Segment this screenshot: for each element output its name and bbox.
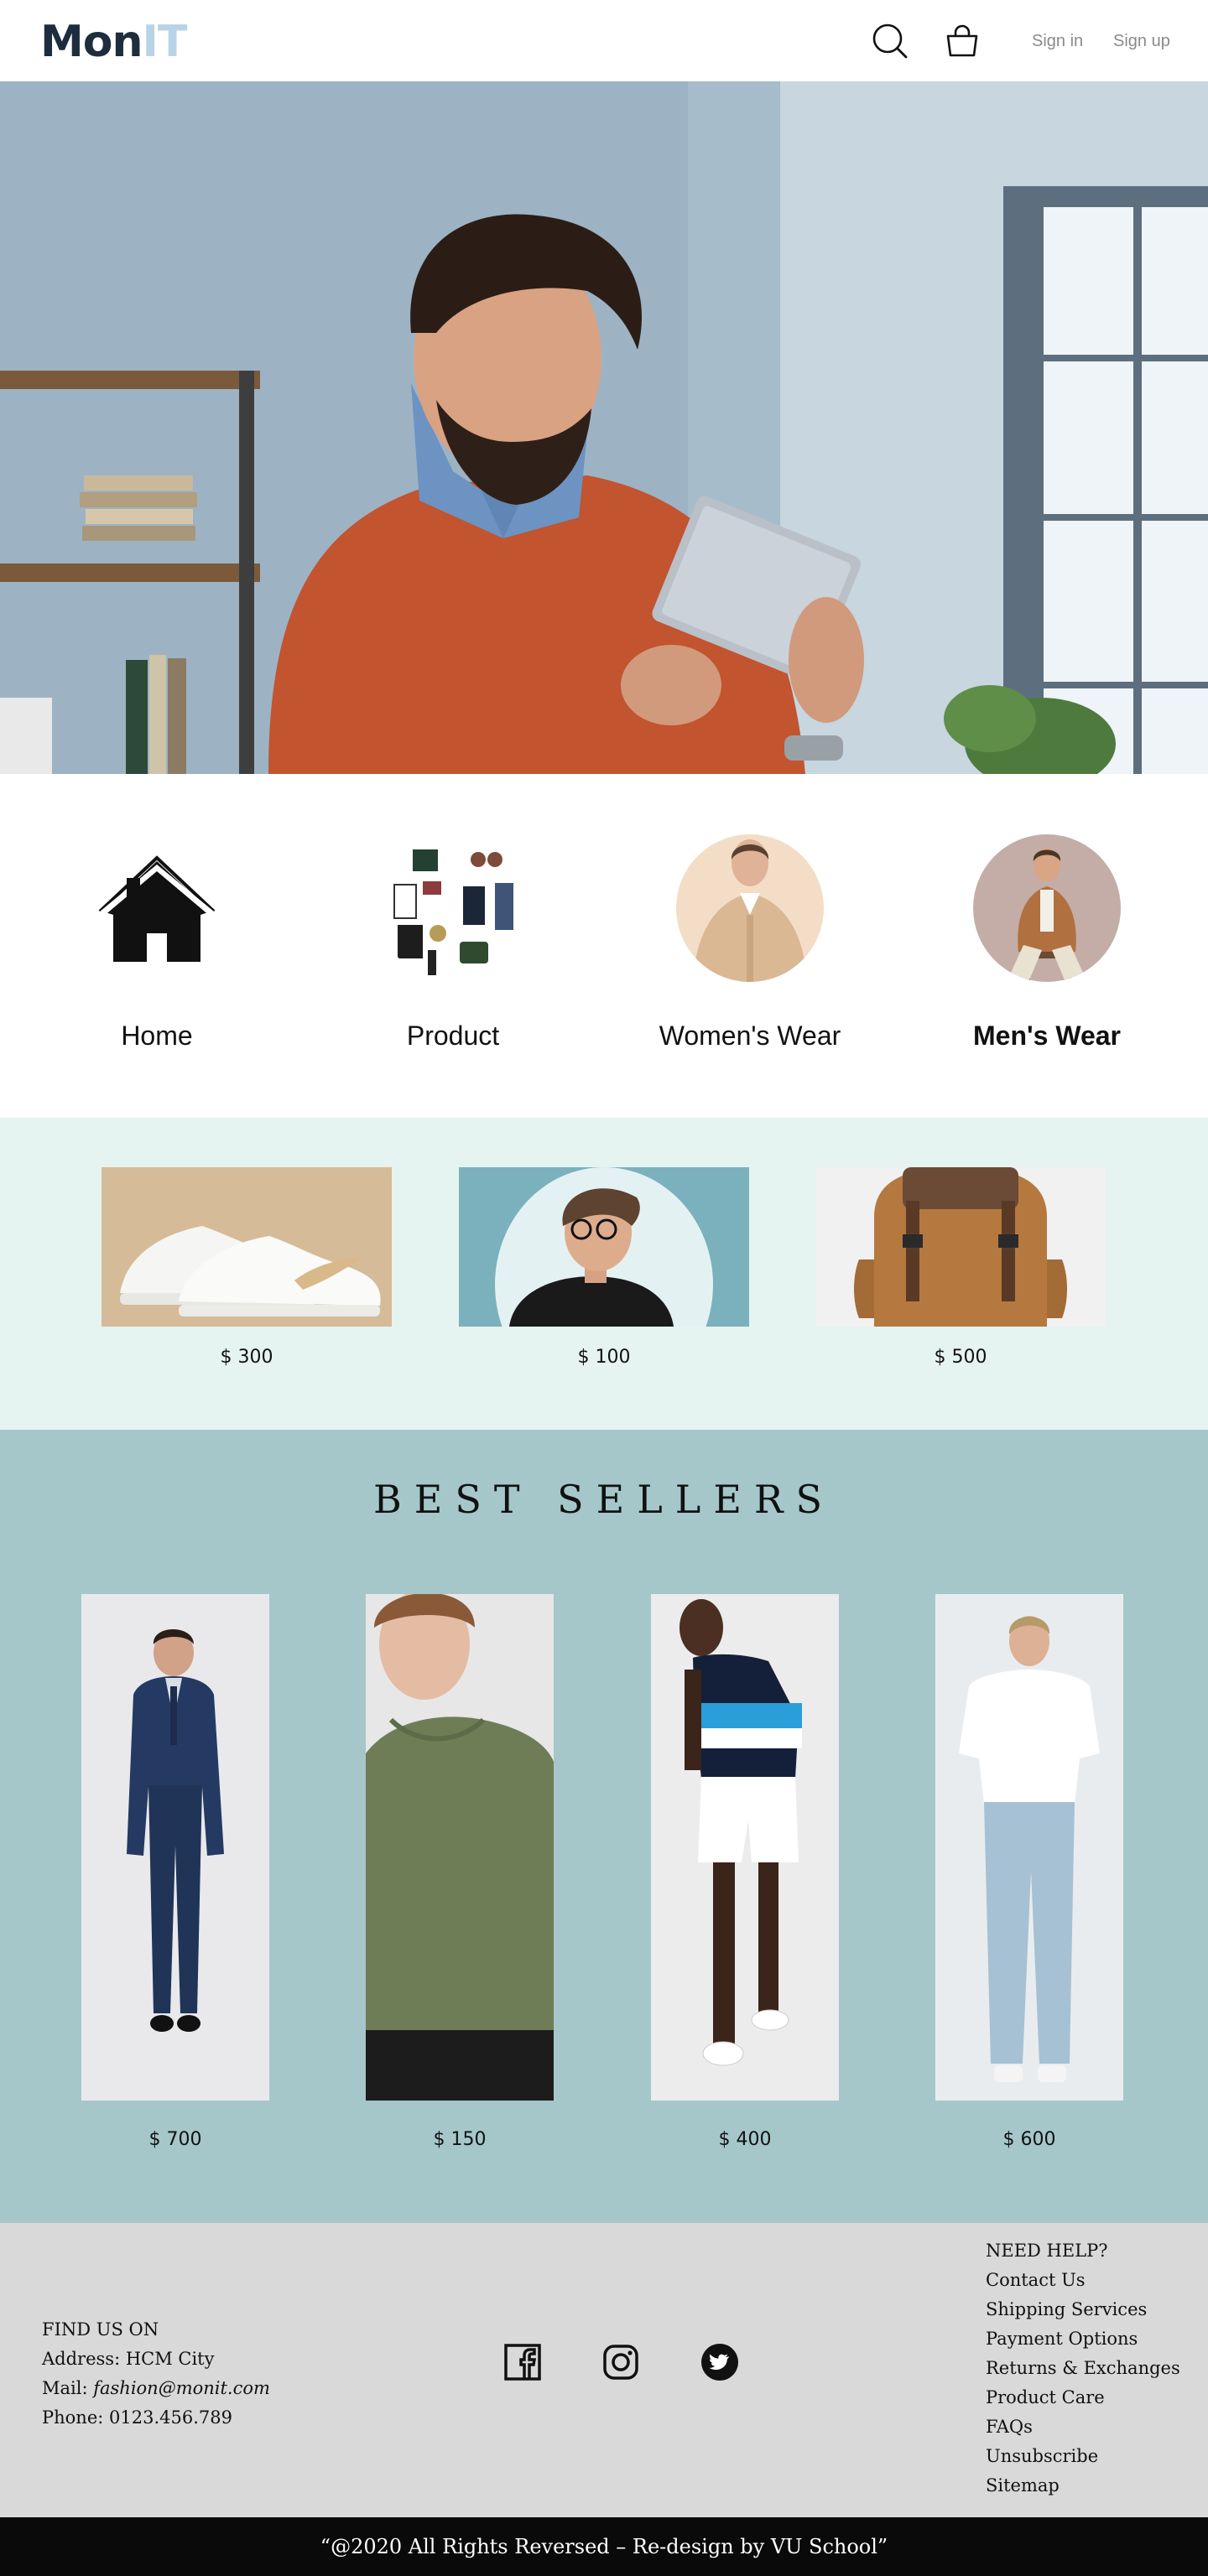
featured-price: $ 300 [220,1347,273,1368]
footer-link-unsubscribe[interactable]: Unsubscribe [986,2442,1180,2471]
featured-item[interactable]: $ 100 [459,1167,749,1368]
mens-wear-image [973,834,1121,982]
white-sneakers-image [102,1167,392,1327]
footer-link-shipping[interactable]: Shipping Services [986,2295,1180,2324]
featured-price: $ 500 [934,1347,987,1368]
contact-phone: Phone: 0123.456.789 [42,2407,232,2428]
man-with-glasses-image [459,1167,749,1327]
site-footer: FIND US ON Address: HCM City Mail: fashi… [0,2223,1208,2517]
contact-info: FIND US ON Address: HCM City Mail: fashi… [42,2315,270,2433]
shopping-bag-icon[interactable] [943,22,982,60]
contact-mail: Mail: fashion@monit.com [42,2374,270,2403]
product-price: $ 150 [433,2129,487,2150]
logo-text-dark: Mon [40,17,143,67]
category-womens-wear[interactable]: Women's Wear [624,834,876,1069]
help-links: NEED HELP? Contact Us Shipping Services … [986,2236,1180,2501]
product-price: $ 400 [718,2129,772,2150]
contact-heading: FIND US ON [42,2319,159,2340]
twitter-icon[interactable] [700,2342,740,2382]
site-header: MonIT Sign in Sign up [0,0,1208,81]
polo-and-shorts-image [651,1594,839,2101]
footer-link-contact-us[interactable]: Contact Us [986,2266,1180,2295]
best-sellers-section: BEST SELLERS $ 700 $ 150 $ 400 $ 600 [0,1430,1208,2223]
category-mens-wear[interactable]: Men's Wear [921,834,1173,1069]
category-label: Women's Wear [659,1021,841,1051]
footer-link-payment[interactable]: Payment Options [986,2324,1180,2354]
olive-tshirt-image [366,1594,554,2101]
category-label: Men's Wear [973,1021,1121,1051]
help-heading: NEED HELP? [986,2241,1108,2261]
category-product[interactable]: Product [327,834,579,1069]
featured-price: $ 100 [577,1347,631,1368]
product-card[interactable]: $ 600 [935,1594,1123,2150]
facebook-icon[interactable] [502,2342,543,2382]
footer-link-sitemap[interactable]: Sitemap [986,2471,1180,2501]
sign-in-link[interactable]: Sign in [1032,32,1083,51]
instagram-icon[interactable] [601,2342,641,2382]
category-label: Home [121,1021,193,1051]
mail-address[interactable]: fashion@monit.com [93,2378,270,2398]
navy-suit-image [81,1594,269,2101]
footer-link-faqs[interactable]: FAQs [986,2412,1180,2442]
featured-products: $ 300 $ 100 $ 500 [0,1118,1208,1430]
logo[interactable]: MonIT [40,15,188,69]
womens-wear-image [676,834,824,982]
product-card[interactable]: $ 150 [366,1594,554,2150]
footer-link-returns[interactable]: Returns & Exchanges [986,2354,1180,2383]
contact-address: Address: HCM City [42,2349,215,2369]
search-icon[interactable] [871,22,909,60]
featured-item[interactable]: $ 300 [102,1167,392,1368]
category-label: Product [406,1021,500,1051]
featured-item[interactable]: $ 500 [815,1167,1106,1368]
product-price: $ 600 [1002,2129,1056,2150]
footer-link-product-care[interactable]: Product Care [986,2383,1180,2412]
product-price: $ 700 [148,2129,202,2150]
logo-text-light: IT [142,17,188,67]
accessories-collage-image [379,834,527,982]
copyright-bar: “@2020 All Rights Reversed – Re-design b… [0,2517,1208,2576]
product-card[interactable]: $ 700 [81,1594,269,2150]
brown-backpack-image [815,1167,1106,1327]
white-tee-and-jeans-image [935,1594,1123,2101]
sign-up-link[interactable]: Sign up [1113,32,1170,51]
section-title: BEST SELLERS [372,1477,836,1522]
product-card[interactable]: $ 400 [651,1594,839,2150]
house-icon [98,855,216,962]
hero-image [0,81,1208,774]
category-nav: Home Product Women's Wear Men's Wear [0,774,1208,1118]
category-home[interactable]: Home [31,834,283,1069]
mail-label: Mail: [42,2378,94,2398]
hero-banner [0,81,1208,774]
